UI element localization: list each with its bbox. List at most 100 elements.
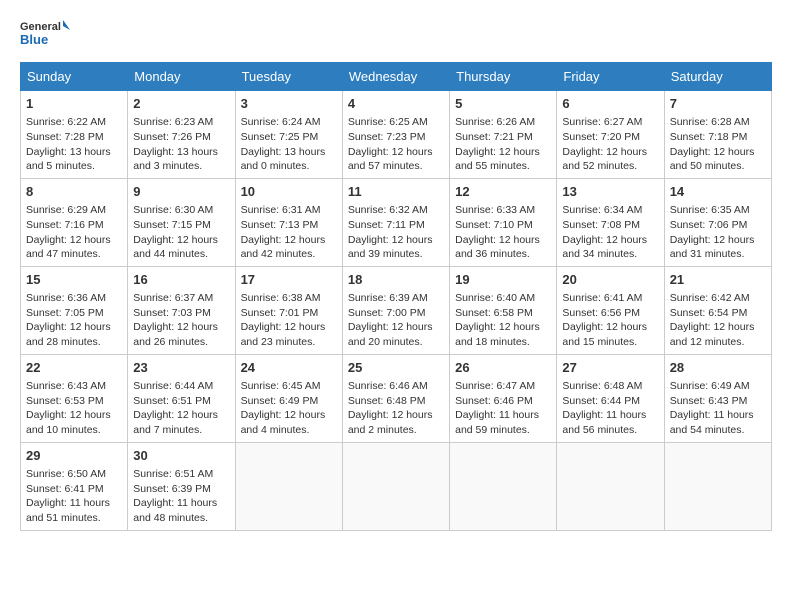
day-number: 28 [670,359,766,377]
logo-svg: General Blue [20,16,70,52]
day-number: 3 [241,95,337,113]
day-number: 6 [562,95,658,113]
day-info: Sunrise: 6:35 AMSunset: 7:06 PMDaylight:… [670,203,766,262]
day-number: 27 [562,359,658,377]
column-header-wednesday: Wednesday [342,63,449,91]
calendar-day-cell: 5 Sunrise: 6:26 AMSunset: 7:21 PMDaylight… [450,91,557,179]
day-number: 7 [670,95,766,113]
day-info: Sunrise: 6:32 AMSunset: 7:11 PMDaylight:… [348,203,444,262]
day-number: 2 [133,95,229,113]
calendar-week-row: 1 Sunrise: 6:22 AMSunset: 7:28 PMDaylight… [21,91,772,179]
calendar-day-cell: 16 Sunrise: 6:37 AMSunset: 7:03 PMDayligh… [128,266,235,354]
calendar-day-cell [342,442,449,530]
calendar-day-cell: 13 Sunrise: 6:34 AMSunset: 7:08 PMDayligh… [557,178,664,266]
day-info: Sunrise: 6:48 AMSunset: 6:44 PMDaylight:… [562,379,658,438]
calendar-day-cell: 21 Sunrise: 6:42 AMSunset: 6:54 PMDayligh… [664,266,771,354]
calendar-day-cell: 20 Sunrise: 6:41 AMSunset: 6:56 PMDayligh… [557,266,664,354]
day-info: Sunrise: 6:39 AMSunset: 7:00 PMDaylight:… [348,291,444,350]
calendar-day-cell: 7 Sunrise: 6:28 AMSunset: 7:18 PMDaylight… [664,91,771,179]
calendar-week-row: 29 Sunrise: 6:50 AMSunset: 6:41 PMDayligh… [21,442,772,530]
day-number: 13 [562,183,658,201]
calendar-day-cell: 28 Sunrise: 6:49 AMSunset: 6:43 PMDayligh… [664,354,771,442]
day-info: Sunrise: 6:26 AMSunset: 7:21 PMDaylight:… [455,115,551,174]
day-number: 24 [241,359,337,377]
calendar-table: SundayMondayTuesdayWednesdayThursdayFrid… [20,62,772,531]
day-info: Sunrise: 6:23 AMSunset: 7:26 PMDaylight:… [133,115,229,174]
day-number: 30 [133,447,229,465]
day-info: Sunrise: 6:28 AMSunset: 7:18 PMDaylight:… [670,115,766,174]
calendar-day-cell: 22 Sunrise: 6:43 AMSunset: 6:53 PMDayligh… [21,354,128,442]
calendar-day-cell [450,442,557,530]
day-number: 20 [562,271,658,289]
header: General Blue [20,16,772,52]
day-info: Sunrise: 6:36 AMSunset: 7:05 PMDaylight:… [26,291,122,350]
day-info: Sunrise: 6:33 AMSunset: 7:10 PMDaylight:… [455,203,551,262]
calendar-day-cell: 17 Sunrise: 6:38 AMSunset: 7:01 PMDayligh… [235,266,342,354]
calendar-day-cell: 26Sunrise: 6:47 AMSunset: 6:46 PMDayligh… [450,354,557,442]
calendar-week-row: 15Sunrise: 6:36 AMSunset: 7:05 PMDayligh… [21,266,772,354]
column-header-friday: Friday [557,63,664,91]
calendar-day-cell: 2 Sunrise: 6:23 AMSunset: 7:26 PMDaylight… [128,91,235,179]
calendar-day-cell: 18 Sunrise: 6:39 AMSunset: 7:00 PMDayligh… [342,266,449,354]
column-header-saturday: Saturday [664,63,771,91]
day-number: 17 [241,271,337,289]
calendar-day-cell [664,442,771,530]
calendar-day-cell: 23Sunrise: 6:44 AMSunset: 6:51 PMDayligh… [128,354,235,442]
day-info: Sunrise: 6:29 AMSunset: 7:16 PMDaylight:… [26,203,122,262]
day-info: Sunrise: 6:40 AMSunset: 6:58 PMDaylight:… [455,291,551,350]
day-info: Sunrise: 6:43 AMSunset: 6:53 PMDaylight:… [26,379,122,438]
day-number: 26 [455,359,551,377]
day-number: 29 [26,447,122,465]
day-number: 23 [133,359,229,377]
day-number: 8 [26,183,122,201]
calendar-day-cell [557,442,664,530]
day-number: 18 [348,271,444,289]
day-number: 21 [670,271,766,289]
column-header-sunday: Sunday [21,63,128,91]
day-number: 12 [455,183,551,201]
calendar-header-row: SundayMondayTuesdayWednesdayThursdayFrid… [21,63,772,91]
calendar-day-cell: 10Sunrise: 6:31 AMSunset: 7:13 PMDayligh… [235,178,342,266]
calendar-day-cell: 27 Sunrise: 6:48 AMSunset: 6:44 PMDayligh… [557,354,664,442]
calendar-day-cell: 19 Sunrise: 6:40 AMSunset: 6:58 PMDayligh… [450,266,557,354]
day-info: Sunrise: 6:22 AMSunset: 7:28 PMDaylight:… [26,115,122,174]
day-info: Sunrise: 6:46 AMSunset: 6:48 PMDaylight:… [348,379,444,438]
logo: General Blue [20,16,70,52]
day-info: Sunrise: 6:49 AMSunset: 6:43 PMDaylight:… [670,379,766,438]
day-info: Sunrise: 6:30 AMSunset: 7:15 PMDaylight:… [133,203,229,262]
calendar-day-cell: 1 Sunrise: 6:22 AMSunset: 7:28 PMDaylight… [21,91,128,179]
calendar-day-cell: 8 Sunrise: 6:29 AMSunset: 7:16 PMDaylight… [21,178,128,266]
column-header-thursday: Thursday [450,63,557,91]
column-header-monday: Monday [128,63,235,91]
calendar-day-cell: 11 Sunrise: 6:32 AMSunset: 7:11 PMDayligh… [342,178,449,266]
day-info: Sunrise: 6:31 AMSunset: 7:13 PMDaylight:… [241,203,337,262]
calendar-day-cell: 25Sunrise: 6:46 AMSunset: 6:48 PMDayligh… [342,354,449,442]
day-number: 1 [26,95,122,113]
calendar-day-cell: 15Sunrise: 6:36 AMSunset: 7:05 PMDayligh… [21,266,128,354]
day-number: 5 [455,95,551,113]
day-info: Sunrise: 6:37 AMSunset: 7:03 PMDaylight:… [133,291,229,350]
day-number: 4 [348,95,444,113]
day-number: 22 [26,359,122,377]
calendar-week-row: 22 Sunrise: 6:43 AMSunset: 6:53 PMDayligh… [21,354,772,442]
calendar-day-cell [235,442,342,530]
day-info: Sunrise: 6:51 AMSunset: 6:39 PMDaylight:… [133,467,229,526]
calendar-day-cell: 14 Sunrise: 6:35 AMSunset: 7:06 PMDayligh… [664,178,771,266]
calendar-day-cell: 9 Sunrise: 6:30 AMSunset: 7:15 PMDaylight… [128,178,235,266]
day-info: Sunrise: 6:50 AMSunset: 6:41 PMDaylight:… [26,467,122,526]
day-info: Sunrise: 6:41 AMSunset: 6:56 PMDaylight:… [562,291,658,350]
day-info: Sunrise: 6:34 AMSunset: 7:08 PMDaylight:… [562,203,658,262]
day-number: 19 [455,271,551,289]
day-number: 14 [670,183,766,201]
day-info: Sunrise: 6:25 AMSunset: 7:23 PMDaylight:… [348,115,444,174]
day-info: Sunrise: 6:42 AMSunset: 6:54 PMDaylight:… [670,291,766,350]
day-info: Sunrise: 6:24 AMSunset: 7:25 PMDaylight:… [241,115,337,174]
calendar-day-cell: 6Sunrise: 6:27 AMSunset: 7:20 PMDaylight… [557,91,664,179]
calendar-day-cell: 3 Sunrise: 6:24 AMSunset: 7:25 PMDaylight… [235,91,342,179]
day-info: Sunrise: 6:38 AMSunset: 7:01 PMDaylight:… [241,291,337,350]
day-number: 9 [133,183,229,201]
calendar-day-cell: 29 Sunrise: 6:50 AMSunset: 6:41 PMDayligh… [21,442,128,530]
day-number: 11 [348,183,444,201]
day-number: 16 [133,271,229,289]
day-info: Sunrise: 6:45 AMSunset: 6:49 PMDaylight:… [241,379,337,438]
